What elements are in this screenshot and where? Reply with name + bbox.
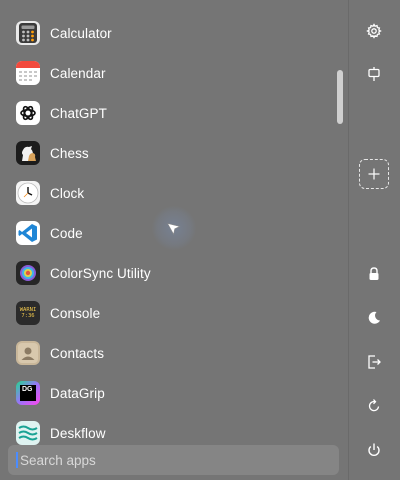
shutdown-button[interactable] bbox=[358, 434, 390, 466]
moon-icon bbox=[368, 311, 380, 324]
app-label: Calculator bbox=[50, 25, 112, 41]
datagrip-icon-inner: DG bbox=[20, 385, 36, 401]
chess-icon bbox=[16, 141, 40, 165]
gear-icon bbox=[366, 23, 382, 39]
app-label: Deskflow bbox=[50, 425, 106, 441]
mouse-cursor bbox=[152, 206, 196, 250]
add-shortcut-slot[interactable] bbox=[359, 159, 389, 189]
restart-icon bbox=[368, 399, 380, 412]
app-item-colorsync-utility[interactable]: ColorSync Utility bbox=[0, 253, 335, 293]
vscode-icon bbox=[16, 221, 40, 245]
chatgpt-icon bbox=[16, 101, 40, 125]
datagrip-icon: DG bbox=[16, 381, 40, 405]
pin-button[interactable] bbox=[358, 58, 390, 90]
app-label: Clock bbox=[50, 185, 85, 201]
app-label: ColorSync Utility bbox=[50, 265, 151, 281]
contacts-icon bbox=[16, 341, 40, 365]
app-item-chess[interactable]: Chess bbox=[0, 133, 335, 173]
app-item-chatgpt[interactable]: ChatGPT bbox=[0, 93, 335, 133]
console-icon: WARNI 7:36 bbox=[16, 301, 40, 325]
app-label: Code bbox=[50, 225, 83, 241]
app-item-console[interactable]: WARNI 7:36 Console bbox=[0, 293, 335, 333]
lock-button[interactable] bbox=[358, 258, 390, 290]
app-item-calculator[interactable]: Calculator bbox=[0, 13, 335, 53]
calendar-icon bbox=[16, 61, 40, 85]
app-item-datagrip[interactable]: DG DataGrip bbox=[0, 373, 335, 413]
logout-icon bbox=[368, 355, 381, 369]
sidebar-divider bbox=[348, 0, 349, 480]
app-label: ChatGPT bbox=[50, 105, 107, 121]
colorsync-icon bbox=[16, 261, 40, 285]
pin-icon bbox=[368, 67, 380, 81]
console-icon-text: WARNI 7:36 bbox=[19, 307, 37, 319]
app-item-calendar[interactable]: Calendar bbox=[0, 53, 335, 93]
power-icon bbox=[368, 443, 380, 457]
app-label: Contacts bbox=[50, 345, 105, 361]
deskflow-icon bbox=[16, 421, 40, 445]
plus-icon bbox=[368, 168, 380, 180]
lock-icon bbox=[369, 267, 379, 280]
restart-button[interactable] bbox=[358, 390, 390, 422]
app-label: Chess bbox=[50, 145, 89, 161]
calculator-icon bbox=[16, 21, 40, 45]
app-label: Console bbox=[50, 305, 101, 321]
app-item-contacts[interactable]: Contacts bbox=[0, 333, 335, 373]
datagrip-icon-text: DG bbox=[22, 386, 33, 393]
search-input[interactable] bbox=[16, 452, 339, 468]
settings-button[interactable] bbox=[358, 15, 390, 47]
sleep-button[interactable] bbox=[358, 302, 390, 334]
app-label: DataGrip bbox=[50, 385, 105, 401]
app-list-scrollbar[interactable] bbox=[337, 70, 343, 124]
clock-icon bbox=[16, 181, 40, 205]
app-label: Calendar bbox=[50, 65, 106, 81]
cursor-arrow-icon bbox=[167, 223, 181, 236]
search-bar bbox=[8, 445, 339, 475]
logout-button[interactable] bbox=[358, 346, 390, 378]
